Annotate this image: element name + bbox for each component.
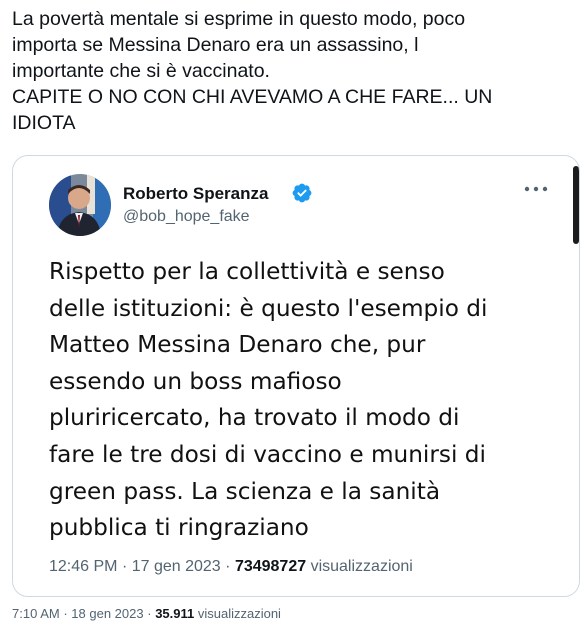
meta-separator: ·	[147, 606, 152, 621]
quoted-text-line: Matteo Messina Denaro che, pur	[49, 331, 426, 359]
quoted-tweet-meta: 12:46 PM · 17 gen 2023 · 73498727 visual…	[49, 558, 413, 576]
post-text-line: importa se Messina Denaro era un assassi…	[12, 34, 419, 56]
post-date[interactable]: 18 gen 2023	[71, 606, 143, 621]
avatar	[49, 174, 111, 236]
quoted-text-line: delle istituzioni: è questo l'esempio di	[49, 294, 488, 322]
quoted-text-line: pubblica ti ringraziano	[49, 514, 309, 542]
meta-separator: ·	[63, 606, 68, 621]
quoted-author-handle: @bob_hope_fake	[123, 208, 250, 225]
quoted-text-line: Rispetto per la collettività e senso	[49, 258, 445, 285]
meta-separator: ·	[225, 558, 231, 575]
post-text-line: La povertà mentale si esprime in questo …	[12, 8, 466, 30]
quoted-author-name: Roberto Speranza	[123, 184, 269, 203]
more-options-icon	[524, 186, 548, 192]
screenshot-scrollbar	[573, 166, 579, 244]
quoted-views-count: 73498727	[234, 558, 307, 575]
post-views-count: 35.911	[155, 606, 195, 621]
post-text-line: IDIOTA	[12, 112, 76, 134]
meta-separator: ·	[121, 558, 128, 575]
quoted-tweet-text: Rispetto per la collettività e senso del…	[49, 254, 569, 547]
post-views-label: visualizzazioni	[197, 606, 281, 621]
quoted-views-label: visualizzazioni	[310, 558, 413, 575]
quoted-media-card[interactable]: Roberto Speranza @bob_hope_fake Rispetto…	[12, 155, 580, 597]
quoted-text-line: fare le tre dosi di vaccino e munirsi di	[49, 440, 486, 468]
post-time[interactable]: 7:10 AM	[12, 606, 60, 621]
post-text-line: importante che si è vaccinato.	[12, 60, 270, 82]
verified-badge-icon	[292, 183, 312, 203]
quoted-text-line: pluriricercato, ha trovato il modo di	[49, 404, 460, 432]
post-text: La povertà mentale si esprime in questo …	[12, 6, 578, 136]
post-text-line: CAPITE O NO CON CHI AVEVAMO A CHE FARE..…	[12, 86, 493, 108]
quoted-text-line: green pass. La scienza e la sanità	[49, 477, 441, 505]
quoted-tweet-screenshot: Roberto Speranza @bob_hope_fake Rispetto…	[29, 156, 577, 596]
quoted-date: 17 gen 2023	[131, 558, 221, 575]
quoted-text-line: essendo un boss mafioso	[49, 367, 342, 395]
post-meta: 7:10 AM · 18 gen 2023 · 35.911 visualizz…	[12, 606, 281, 621]
quoted-time: 12:46 PM	[49, 558, 118, 575]
